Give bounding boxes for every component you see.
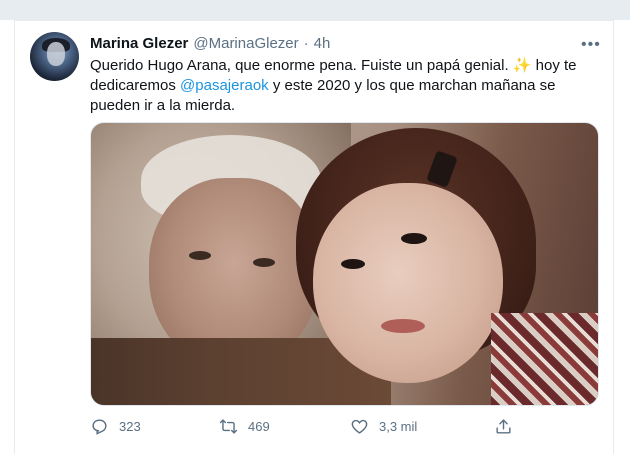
tweet-header: Marina Glezer @MarinaGlezer · 4h bbox=[90, 34, 330, 52]
retweet-count: 469 bbox=[248, 418, 270, 434]
author-avatar[interactable] bbox=[30, 32, 79, 81]
retweet-icon bbox=[219, 418, 238, 434]
share-icon bbox=[496, 418, 511, 434]
tweet-photo[interactable] bbox=[90, 122, 599, 406]
sparkles-emoji: ✨ bbox=[512, 57, 532, 74]
like-button[interactable]: 3,3 mil bbox=[350, 414, 417, 438]
photo-man-eye-left bbox=[189, 251, 211, 260]
heart-icon bbox=[351, 419, 368, 434]
more-options-icon[interactable]: ••• bbox=[581, 36, 601, 54]
author-name[interactable]: Marina Glezer bbox=[90, 35, 188, 52]
reply-button[interactable]: 323 bbox=[90, 414, 141, 438]
timeline-background-strip bbox=[0, 0, 630, 20]
photo-woman-face bbox=[313, 183, 503, 383]
reply-icon bbox=[92, 418, 107, 435]
header-separator: · bbox=[303, 34, 309, 52]
photo-woman-eye-left bbox=[341, 259, 365, 269]
tweet-timestamp[interactable]: 4h bbox=[314, 35, 331, 52]
avatar-face bbox=[47, 42, 65, 66]
tweet-actions-bar: 323 469 3,3 mil bbox=[90, 414, 600, 438]
reply-count: 323 bbox=[119, 418, 141, 434]
photo-plaid-scarf bbox=[491, 313, 598, 405]
photo-woman-eye-right bbox=[401, 233, 427, 244]
author-handle[interactable]: @MarinaGlezer bbox=[193, 35, 298, 52]
like-count: 3,3 mil bbox=[379, 418, 418, 434]
tweet-text-part1: Querido Hugo Arana, que enorme pena. Fui… bbox=[90, 57, 513, 74]
photo-man-eye-right bbox=[253, 258, 275, 267]
share-button[interactable] bbox=[494, 414, 513, 438]
tweet-text: Querido Hugo Arana, que enorme pena. Fui… bbox=[90, 56, 605, 116]
photo-woman-lips bbox=[381, 319, 425, 333]
mention-link[interactable]: @pasajeraok bbox=[180, 77, 269, 94]
retweet-button[interactable]: 469 bbox=[219, 414, 270, 438]
